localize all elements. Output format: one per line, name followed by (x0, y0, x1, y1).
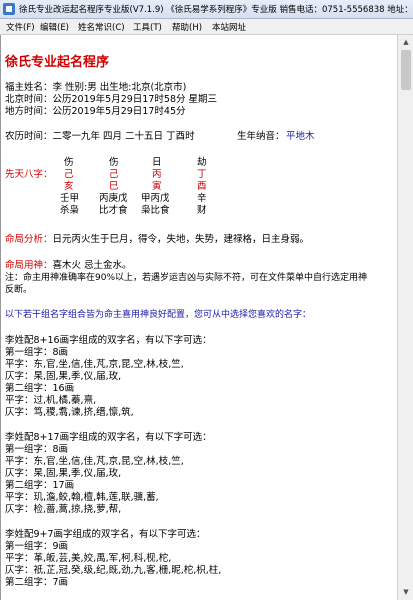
group-line: 第一组字：8画 (5, 347, 69, 358)
bazi-god-year: 伤 (64, 157, 74, 168)
group-header: 李姓配8+17画字组成的双字名，有以下字可选： (5, 432, 212, 443)
yongshen-label: 命局用神： (5, 260, 53, 271)
local-time: 地方时间：公历2019年5月29日17时45分 (5, 106, 186, 117)
lunar-time-value: 二零一九年 四月 二十五日 丁酉时 (52, 131, 195, 142)
bazi-god-month: 伤 (109, 157, 119, 168)
owner-info: 福主姓名：李 性别:男 出生地:北京(北京市) (5, 82, 187, 93)
suggestion-text: 以下若干组名字组合皆为命主喜用神良好配置，您可从中选择您喜欢的名字： (5, 310, 312, 320)
analysis-text: 日元丙火生于巳月，得令，失地，失势，建禄格，日主身弱。 (52, 234, 310, 245)
bazi-hidden-month: 丙庚戊 (99, 193, 128, 204)
bazi-branch-month: 巳 (109, 181, 119, 192)
yongshen-row: 命局用神：喜木火 忌土金水。 (5, 260, 132, 272)
group-line: 平字：过,机,橘,蓁,熹, (5, 395, 97, 406)
menu-edit[interactable]: 编辑(E) (40, 21, 69, 33)
group-header: 李姓配8+16画字组成的双字名，有以下字可选： (5, 335, 212, 346)
menu-file[interactable]: 文件(F) (6, 21, 35, 33)
bazi-hidden-hour: 辛 (197, 193, 207, 204)
bazi-hidden-day: 甲丙戊 (141, 193, 170, 204)
group-header: 李姓配9+7画字组成的双字名，有以下字可选： (5, 529, 206, 540)
group-line: 第二组字：7画 (5, 577, 69, 588)
yongshen-text: 喜木火 忌土金水。 (52, 260, 132, 271)
menu-bar: 文件(F) 编辑(E) 姓名常识(C) 工具(T) 帮助(H) 本站网址 (0, 19, 413, 35)
menu-tools[interactable]: 工具(T) (133, 21, 162, 33)
bazi-hidden-god-year: 杀枭 (60, 205, 80, 216)
report-pane[interactable]: 徐氏专业起名程序 福主姓名：李 性别:男 出生地:北京(北京市) 北京时间：公历… (0, 35, 398, 600)
bazi-stem-month: 己 (109, 169, 119, 180)
group-line: 平字：玑,澹,鲛,翰,檀,韩,莲,联,骥,蓄, (5, 492, 159, 503)
nayin-value: 平地木 (286, 131, 315, 142)
group-line: 平字：东,官,坐,信,佳,芃,京,昆,空,林,枝,竺, (5, 456, 184, 467)
bazi-hidden-god-day: 枭比食 (141, 205, 170, 216)
group-line: 第二组字：17画 (5, 480, 75, 491)
group-line: 第二组字：16画 (5, 383, 75, 394)
bazi-god-hour: 劫 (197, 157, 207, 168)
note-line-2: 反断。 (5, 285, 33, 295)
bazi-branch-hour: 酉 (197, 181, 207, 192)
lunar-time-row: 农历时间：二零一九年 四月 二十五日 丁酉时 (5, 131, 195, 143)
group-line: 第一组字：9画 (5, 541, 69, 552)
bazi-branch-day: 寅 (152, 181, 162, 192)
group-line: 第一组字：8画 (5, 444, 69, 455)
window-title: 徐氏专业改运起名程序专业版(V7.1.9) 《徐氏易学系列程序》专业版 销售电话… (19, 5, 411, 15)
group-line: 仄字：杲,固,果,季,仪,届,玫, (5, 468, 122, 479)
report-heading: 徐氏专业起名程序 (5, 55, 110, 70)
bazi-stem-year: 己 (64, 169, 74, 180)
vertical-scrollbar[interactable]: ▲ ▼ (397, 35, 413, 600)
bazi-branch-year: 亥 (64, 181, 74, 192)
note-line-1: 注：命主用神准确率在90%以上，若遇岁运吉凶与实际不符，可在文件菜单中自行选定用… (5, 273, 368, 283)
nayin-label: 生年纳音： (237, 131, 285, 142)
group-line: 仄字：检,蔷,蒿,掠,挠,萝,帮, (5, 504, 122, 515)
scroll-thumb[interactable] (401, 50, 411, 90)
bazi-stem-hour: 丁 (197, 169, 207, 180)
beijing-time: 北京时间：公历2019年5月29日17时58分 星期三 (5, 94, 218, 105)
group-line: 仄字：杲,固,果,季,仪,届,玫, (5, 371, 122, 382)
bazi-god-day: 日 (152, 157, 162, 168)
menu-name-knowledge[interactable]: 姓名常识(C) (78, 21, 125, 33)
group-line: 仄字：笃,稷,翥,谏,挤,缙,懔,筑, (5, 407, 134, 418)
bazi-label: 先天八字： (5, 169, 53, 180)
menu-website[interactable]: 本站网址 (212, 21, 246, 33)
menu-help[interactable]: 帮助(H) (172, 21, 202, 33)
lunar-time-label: 农历时间： (5, 131, 53, 142)
analysis-row: 命局分析：日元丙火生于巳月，得令，失地，失势，建禄格，日主身弱。 (5, 234, 309, 246)
title-bar: 徐氏专业改运起名程序专业版(V7.1.9) 《徐氏易学系列程序》专业版 销售电话… (0, 0, 413, 19)
group-line: 平字：东,官,坐,信,佳,芃,京,昆,空,林,枝,竺, (5, 359, 184, 370)
bazi-hidden-year: 壬甲 (60, 193, 80, 204)
group-line: 仄字：祇,芷,冠,癸,级,纪,既,劲,九,客,栅,昵,柁,枳,柱, (5, 565, 222, 576)
analysis-label: 命局分析： (5, 234, 53, 245)
scroll-up-icon[interactable]: ▲ (400, 36, 412, 48)
group-line: 平字：革,皈,芸,美,姣,禹,军,柯,科,枧,柁, (5, 553, 172, 564)
app-icon (3, 3, 15, 15)
bazi-hidden-god-month: 比才食 (99, 205, 128, 216)
bazi-stem-day: 丙 (152, 169, 162, 180)
scroll-down-icon[interactable]: ▼ (400, 586, 412, 598)
bazi-hidden-god-hour: 财 (197, 205, 207, 216)
